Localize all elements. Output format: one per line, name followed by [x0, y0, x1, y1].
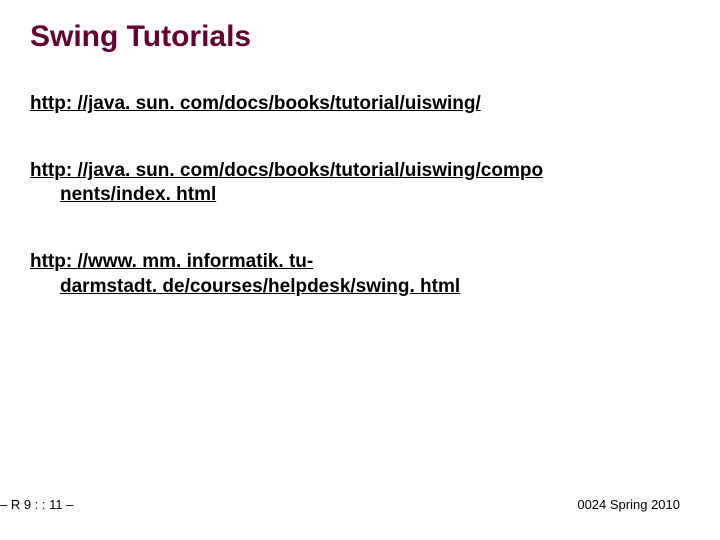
link-block-2: http: //java. sun. com/docs/books/tutori… [30, 159, 720, 208]
footer-course-info: 0024 Spring 2010 [577, 497, 680, 512]
tutorial-link-3-line1[interactable]: http: //www. mm. informatik. tu- [30, 251, 313, 272]
tutorial-link-2-line2[interactable]: nents/index. html [30, 184, 216, 205]
tutorial-link-1[interactable]: http: //java. sun. com/docs/books/tutori… [30, 93, 481, 114]
page-title: Swing Tutorials [30, 20, 720, 54]
tutorial-link-3-line2[interactable]: darmstadt. de/courses/helpdesk/swing. ht… [30, 276, 460, 297]
tutorial-link-2-line1[interactable]: http: //java. sun. com/docs/books/tutori… [30, 160, 543, 181]
footer: – R 9 : : 11 – 0024 Spring 2010 [0, 497, 720, 512]
link-block-3: http: //www. mm. informatik. tu- darmsta… [30, 250, 720, 299]
slide: Swing Tutorials http: //java. sun. com/d… [0, 0, 720, 540]
footer-page-ref: – R 9 : : 11 – [0, 497, 73, 512]
link-block-1: http: //java. sun. com/docs/books/tutori… [30, 92, 720, 117]
